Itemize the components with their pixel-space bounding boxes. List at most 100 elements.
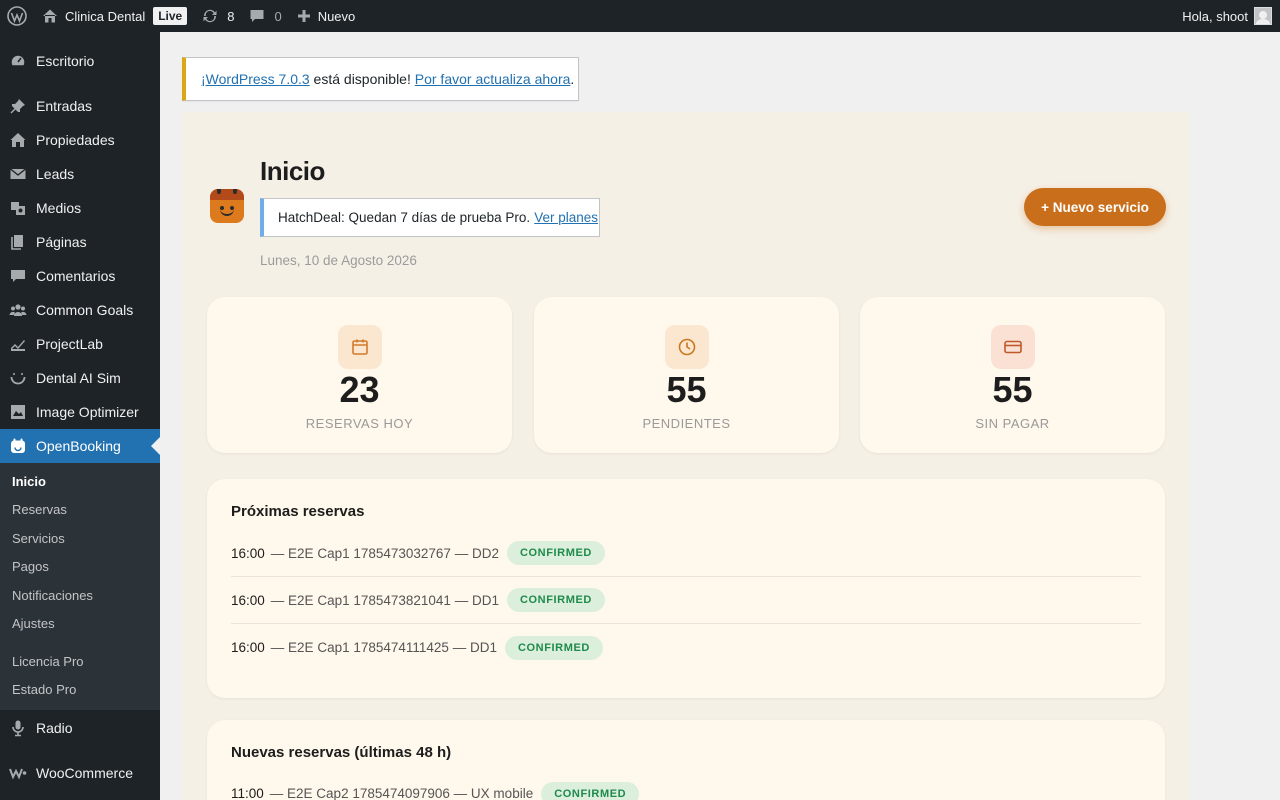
submenu-item-servicios[interactable]: Servicios <box>0 524 160 553</box>
submenu-item-estado-pro[interactable]: Estado Pro <box>0 676 160 705</box>
booking-description: — E2E Cap1 1785473032767 — DD2 <box>270 545 499 561</box>
stat-label: SIN PAGAR <box>975 416 1050 431</box>
stat-value: 55 <box>992 369 1033 410</box>
calendar-icon <box>338 325 382 369</box>
sidebar-item-label: Páginas <box>36 234 87 250</box>
pin-icon <box>8 96 28 116</box>
openbooking-dashboard: Inicio HatchDeal: Quedan 7 días de prueb… <box>182 112 1189 800</box>
account-menu[interactable]: Hola, shoot <box>1182 7 1280 25</box>
comment-icon <box>248 7 266 25</box>
new-label: Nuevo <box>317 8 356 24</box>
wordpress-logo-icon[interactable] <box>0 0 34 32</box>
openbooking-logo-icon <box>210 189 244 223</box>
submenu-item-reservas[interactable]: Reservas <box>0 496 160 525</box>
email-icon <box>8 164 28 184</box>
live-badge: Live <box>153 7 188 25</box>
status-badge: CONFIRMED <box>506 541 605 565</box>
sidebar-item-dental-ai-sim[interactable]: Dental AI Sim <box>0 361 160 395</box>
submenu-item-notificaciones[interactable]: Notificaciones <box>0 581 160 610</box>
image-icon <box>8 402 28 422</box>
plus-icon <box>296 8 312 24</box>
sidebar-item-escritorio[interactable]: Escritorio <box>0 44 160 78</box>
sidebar-item-label: WooCommerce <box>36 765 133 781</box>
stat-card-pendientes: 55 PENDIENTES <box>534 297 839 453</box>
stat-label: RESERVAS HOY <box>305 416 414 431</box>
update-notice: ¡WordPress 7.0.3 está disponible! Por fa… <box>182 57 579 101</box>
status-badge: CONFIRMED <box>504 635 603 660</box>
panel-title: Nuevas reservas (últimas 48 h) <box>231 744 452 761</box>
submenu-item-inicio[interactable]: Inicio <box>0 467 160 496</box>
chart-icon <box>8 334 28 354</box>
table-row[interactable]: 16:00 — E2E Cap1 1785473032767 — DD2 CON… <box>231 530 1141 577</box>
page-title: Inicio <box>260 156 325 186</box>
sidebar-item-medios[interactable]: Medios <box>0 191 160 225</box>
sidebar-item-label: Common Goals <box>36 302 134 318</box>
card-icon <box>991 325 1035 369</box>
sidebar-item-label: Leads <box>36 166 75 182</box>
submenu-item-licencia-pro[interactable]: Licencia Pro <box>0 647 160 676</box>
notice-end: . <box>570 71 575 87</box>
status-badge: CONFIRMED <box>541 781 640 800</box>
booking-description: — E2E Cap1 1785473821041 — DD1 <box>270 592 499 608</box>
booking-time: 16:00 <box>231 592 265 608</box>
submenu-item-ajustes[interactable]: Ajustes <box>0 610 160 639</box>
admin-bar: Clinica Dental Live 8 0 Nuevo Hola, shoo… <box>0 0 1280 32</box>
trial-brand: HatchDeal: <box>278 210 345 225</box>
comments-count: 0 <box>274 8 282 24</box>
recent-bookings-panel: Nuevas reservas (últimas 48 h) 11:00 — E… <box>207 720 1165 800</box>
sidebar-item-paginas[interactable]: Páginas <box>0 225 160 259</box>
dashboard-icon <box>8 51 28 71</box>
calendar-icon <box>8 436 28 456</box>
stat-card-sin-pagar: 55 SIN PAGAR <box>860 297 1165 453</box>
media-icon <box>8 198 28 218</box>
view-plans-link[interactable]: Ver planes <box>534 210 598 225</box>
new-service-button[interactable]: + Nuevo servicio <box>1024 188 1166 226</box>
status-badge: CONFIRMED <box>506 588 605 612</box>
stat-label: PENDIENTES <box>642 416 731 431</box>
sidebar-item-label: Dental AI Sim <box>36 370 121 386</box>
site-name-link[interactable]: Clinica Dental Live <box>34 0 194 32</box>
sidebar-item-openbooking[interactable]: OpenBooking <box>0 429 160 463</box>
sidebar-item-radio[interactable]: Radio <box>0 711 160 745</box>
greeting: Hola, shoot <box>1182 8 1248 24</box>
sidebar-item-projectlab[interactable]: ProjectLab <box>0 327 160 361</box>
avatar <box>1254 7 1272 25</box>
woocommerce-icon <box>8 763 28 783</box>
table-row[interactable]: 16:00 — E2E Cap1 1785474111425 — DD1 CON… <box>231 624 1141 671</box>
trial-notice: HatchDeal: Quedan 7 días de prueba Pro. V… <box>260 198 600 237</box>
sidebar-item-comentarios[interactable]: Comentarios <box>0 259 160 293</box>
stat-value: 55 <box>666 369 707 410</box>
updates-link[interactable]: 8 <box>194 0 241 32</box>
sidebar-item-label: Medios <box>36 200 82 216</box>
panel-title: Próximas reservas <box>231 503 365 520</box>
sidebar-item-woocommerce[interactable]: WooCommerce <box>0 756 160 790</box>
update-now-link[interactable]: Por favor actualiza ahora <box>415 71 571 87</box>
openbooking-submenu: Inicio Reservas Servicios Pagos Notifica… <box>0 463 160 710</box>
sidebar-item-label: Entradas <box>36 98 93 114</box>
sidebar-item-label: ProjectLab <box>36 336 103 352</box>
upcoming-bookings-panel: Próximas reservas 16:00 — E2E Cap1 17854… <box>207 479 1165 698</box>
sidebar-item-entradas[interactable]: Entradas <box>0 89 160 123</box>
stat-value: 23 <box>339 369 380 410</box>
clock-icon <box>665 325 709 369</box>
current-date: Lunes, 10 de Agosto 2026 <box>260 253 417 268</box>
home-icon <box>41 7 59 25</box>
table-row[interactable]: 16:00 — E2E Cap1 1785473821041 — DD1 CON… <box>231 577 1141 624</box>
sidebar-item-leads[interactable]: Leads <box>0 157 160 191</box>
sidebar-item-image-optimizer[interactable]: Image Optimizer <box>0 395 160 429</box>
new-content-link[interactable]: Nuevo <box>289 0 363 32</box>
sidebar-item-propiedades[interactable]: Propiedades <box>0 123 160 157</box>
sidebar-item-common-goals[interactable]: Common Goals <box>0 293 160 327</box>
sidebar-item-label: Escritorio <box>36 53 95 69</box>
smile-icon <box>8 368 28 388</box>
table-row[interactable]: 11:00 — E2E Cap2 1785474097906 — UX mobi… <box>231 770 1141 800</box>
groups-icon <box>8 300 28 320</box>
submenu-item-pagos[interactable]: Pagos <box>0 553 160 582</box>
comments-link[interactable]: 0 <box>241 0 288 32</box>
wordpress-version-link[interactable]: ¡WordPress 7.0.3 <box>201 71 310 87</box>
notice-text: está disponible! <box>309 71 415 87</box>
sidebar-item-label: Comentarios <box>36 268 116 284</box>
microphone-icon <box>8 718 28 738</box>
admin-sidebar: Escritorio Entradas Propiedades Leads Me… <box>0 32 160 800</box>
trial-text: Quedan 7 días de prueba Pro. <box>344 210 531 225</box>
